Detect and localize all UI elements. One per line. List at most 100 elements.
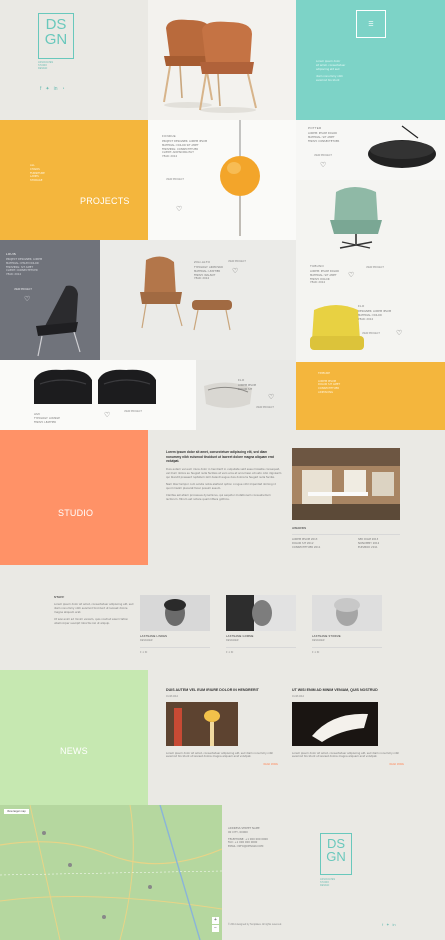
member-social: f ✦ in bbox=[312, 651, 320, 654]
product-card-louis[interactable]: LOUIS PROJECT DESIGNER: LOREM MATERIAL: I… bbox=[0, 240, 100, 360]
like-icon[interactable]: ♡ bbox=[176, 206, 182, 213]
product-name: AMI bbox=[34, 412, 40, 416]
louis-chair-image bbox=[36, 285, 81, 357]
team-title: STAFF bbox=[54, 595, 65, 599]
rss-icon[interactable]: ◔ bbox=[62, 86, 65, 92]
team-section: STAFF Lorem ipsum dolor sit amet, consec… bbox=[0, 575, 445, 670]
facebook-icon[interactable]: f bbox=[382, 922, 383, 927]
product-card-tubuno[interactable]: TUBUNO LOREM: IPSUM DOLOR MATERIAL: SIT A… bbox=[296, 180, 445, 292]
product-specs: DESIGNER: LOREM IPSUM MATERIAL: DOLOR YEAR… bbox=[358, 310, 392, 321]
like-icon[interactable]: ♡ bbox=[268, 394, 274, 401]
product-card-fondue[interactable]: FONDUE PROJECT DESIGNER: LOREM IPSUM MATE… bbox=[148, 120, 296, 240]
member-photo bbox=[226, 595, 296, 631]
studio-title: STUDIO bbox=[58, 508, 94, 518]
facebook-icon[interactable]: f bbox=[40, 86, 41, 92]
footer-copyright: © 2014 designed by Templates. All rights… bbox=[228, 923, 282, 926]
linkedin-icon[interactable]: in bbox=[54, 86, 58, 92]
news-item-date: 01.08.2014 bbox=[166, 694, 178, 698]
awards-title: AWARDS bbox=[292, 526, 307, 530]
member-name: LASTNAME GOMME bbox=[226, 635, 254, 638]
tagline-line-3: DESIGN bbox=[320, 884, 330, 887]
studio-lead: Lorem ipsum dolor sit amet, consectetuer… bbox=[166, 450, 274, 464]
news-item-image bbox=[166, 701, 238, 746]
product-link[interactable]: VIEW PROJECT bbox=[314, 154, 332, 157]
footer-logo[interactable]: DS GN bbox=[320, 833, 352, 875]
product-specs: TYPOLOGY: LOUNGE FINISH: LEATHER bbox=[34, 417, 60, 424]
pendant-lamp-image bbox=[220, 120, 260, 236]
map-type-control[interactable]: View larger map bbox=[4, 809, 29, 814]
studio-content: Lorem ipsum dolor sit amet, consectetuer… bbox=[148, 430, 445, 575]
member-photo bbox=[140, 595, 210, 631]
studio-office-image bbox=[292, 448, 400, 520]
product-card-ami[interactable]: AMI TYPOLOGY: LOUNGE FINISH: LEATHER VIEW… bbox=[0, 360, 196, 430]
product-card-zigi[interactable]: ZIGI-ALTO TYPOLOGY: ARMCHAIR MATERIAL: LE… bbox=[100, 240, 296, 360]
menu-button[interactable]: ☰ bbox=[356, 10, 386, 38]
product-link[interactable]: VIEW PROJECT bbox=[228, 260, 246, 263]
product-specs: PROJECT DESIGNER: LOREM MATERIAL: IPSUM D… bbox=[6, 258, 43, 276]
product-card-flo[interactable]: FLO DESIGNER: LOREM IPSUM MATERIAL: DOLOR… bbox=[296, 292, 445, 362]
like-icon[interactable]: ♡ bbox=[104, 412, 110, 419]
potter-stool-image bbox=[368, 125, 436, 168]
projects-list: ALL CHAIRS FURNITURE LAMPS STORAGE bbox=[30, 164, 45, 182]
product-link[interactable]: VIEW PROJECT bbox=[166, 178, 184, 181]
member-role: DESIGNER bbox=[312, 639, 325, 642]
product-specs: LOREM IPSUM DOLOR SIT bbox=[238, 384, 257, 391]
member-social: f ✦ in bbox=[140, 651, 148, 654]
product-link[interactable]: VIEW PROJECT bbox=[362, 332, 380, 335]
zoom-out-button[interactable]: − bbox=[212, 925, 219, 932]
like-icon[interactable]: ♡ bbox=[348, 272, 354, 279]
read-more-link[interactable]: READ MORE bbox=[292, 763, 404, 766]
logo-letters-bottom: GN bbox=[44, 31, 68, 48]
footer-social: f ✦ in bbox=[382, 922, 396, 927]
leather-sofa-image bbox=[34, 369, 156, 404]
news-item[interactable]: UT WISI ENIM AD MINIM VENIAM, QUIS NOSTR… bbox=[292, 688, 404, 766]
member-social: f ✦ in bbox=[226, 651, 234, 654]
map-widget[interactable]: View larger map + − bbox=[0, 805, 222, 940]
read-more-link[interactable]: READ MORE bbox=[166, 763, 278, 766]
news-item-excerpt: Lorem ipsum dolor sit amet, consectetuer… bbox=[292, 751, 400, 759]
product-card-flo-2[interactable]: FLO LOREM IPSUM DOLOR SIT VIEW PROJECT ♡ bbox=[196, 360, 296, 430]
member-role: DESIGNER bbox=[226, 639, 239, 642]
news-item-title: DUIS AUTEM VEL EUM IRIURE DOLOR IN HENDR… bbox=[166, 688, 259, 692]
twitter-icon[interactable]: ✦ bbox=[386, 922, 389, 927]
contact-info: ADDRESS STREET NAME 00 CITY, 00000 TELEP… bbox=[228, 827, 268, 849]
hero-chairs-image bbox=[148, 0, 296, 120]
zoom-in-button[interactable]: + bbox=[212, 917, 219, 924]
team-member-card[interactable]: LASTNAME LINDEN DESIGNER f ✦ in bbox=[140, 595, 210, 659]
news-item-title: UT WISI ENIM AD MINIM VENIAM, QUIS NOSTR… bbox=[292, 688, 378, 692]
teal-menu-panel: ☰ Lorem ipsum dolor sit amet, consectetue… bbox=[296, 0, 445, 120]
tubuno-chair-image bbox=[330, 187, 382, 249]
studio-panel: STUDIO bbox=[0, 430, 148, 565]
twitter-icon[interactable]: ✦ bbox=[45, 86, 49, 92]
product-link[interactable]: VIEW PROJECT bbox=[366, 266, 384, 269]
brand-logo[interactable]: DS GN bbox=[38, 13, 74, 59]
promo-yellow-panel: TIMELINE LOREM IPSUM DOLOR SIT AMET CONSECT… bbox=[296, 362, 445, 430]
product-name: ZIGI-ALTO bbox=[194, 260, 211, 264]
projects-title: PROJECTS bbox=[80, 196, 130, 206]
contact-panel: ADDRESS STREET NAME 00 CITY, 00000 TELEP… bbox=[222, 805, 445, 940]
product-card-potter[interactable]: POTTER LOREM: IPSUM DOLOR MATERIAL: SIT A… bbox=[296, 120, 445, 180]
brand-tagline: ASSOCIATES STUDIO DESIGN bbox=[38, 61, 53, 70]
news-item-excerpt: Lorem ipsum dolor sit amet, consectetuer… bbox=[166, 751, 274, 759]
studio-body: Duis autem vel eum iriure dolor in hendr… bbox=[166, 468, 282, 501]
product-link[interactable]: VIEW PROJECT bbox=[124, 410, 142, 413]
linkedin-icon[interactable]: in bbox=[392, 922, 395, 927]
product-name: FONDUE bbox=[162, 134, 176, 138]
team-member-card[interactable]: LASTNAME STORME DESIGNER f ✦ in bbox=[312, 595, 382, 659]
product-link[interactable]: VIEW PROJECT bbox=[256, 406, 274, 409]
member-name: LASTNAME LINDEN bbox=[140, 635, 168, 638]
like-icon[interactable]: ♡ bbox=[396, 330, 402, 337]
news-item-date: 01.08.2014 bbox=[292, 694, 304, 698]
news-content: DUIS AUTEM VEL EUM IRIURE DOLOR IN HENDR… bbox=[148, 670, 445, 805]
projects-panel: ALL CHAIRS FURNITURE LAMPS STORAGE PROJECTS bbox=[0, 120, 148, 240]
tagline-line-3: DESIGN bbox=[38, 67, 48, 70]
news-item-image bbox=[292, 701, 378, 746]
like-icon[interactable]: ♡ bbox=[320, 162, 326, 169]
product-specs: LOREM: IPSUM DOLOR MATERIAL: SIT AMET FINI… bbox=[308, 132, 340, 143]
product-specs: LOREM: IPSUM DOLOR MATERIAL: SIT AMET FINI… bbox=[310, 270, 339, 285]
contact-line[interactable]: EMAIL: INFO@DESIGN.COM bbox=[228, 845, 268, 849]
like-icon[interactable]: ♡ bbox=[232, 268, 238, 275]
news-item[interactable]: DUIS AUTEM VEL EUM IRIURE DOLOR IN HENDR… bbox=[166, 688, 278, 766]
awards-list-left: LOREM IPSUM 2013 DOLOR SIT 2012 CONSECTETU… bbox=[292, 538, 321, 549]
team-member-card[interactable]: LASTNAME GOMME DESIGNER f ✦ in bbox=[226, 595, 296, 659]
